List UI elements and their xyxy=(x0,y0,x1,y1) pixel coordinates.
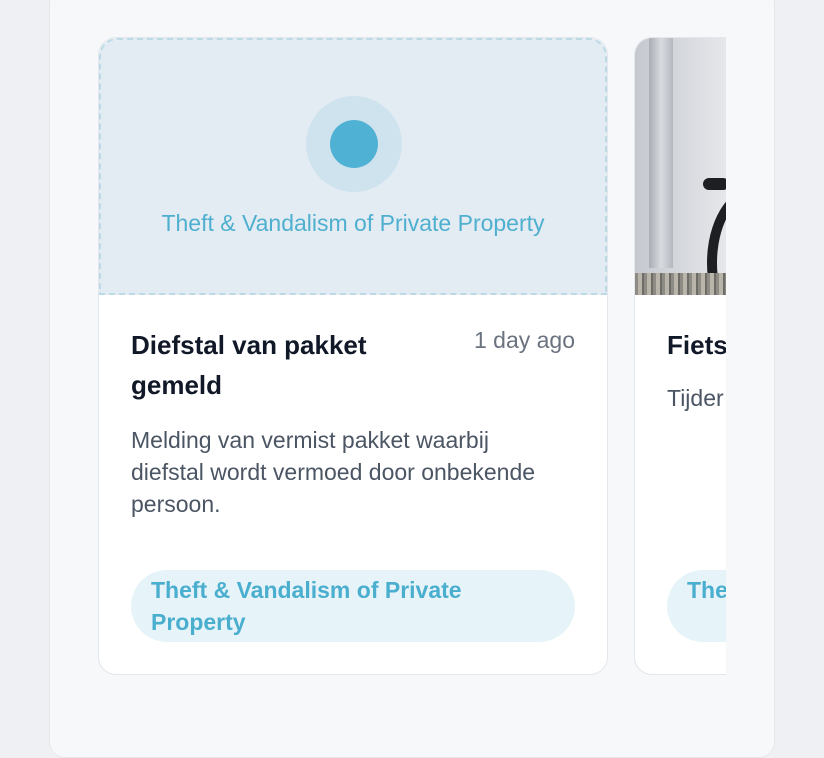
media-category-label: Theft & Vandalism of Private Property xyxy=(161,210,545,236)
card-timestamp: 1 day ago xyxy=(473,327,575,353)
category-chip[interactable]: Theft & Vandalism of Private Property xyxy=(131,570,575,642)
card-carousel[interactable]: Theft & Vandalism of Private Property Di… xyxy=(98,37,726,677)
photo-post xyxy=(649,38,673,268)
report-card[interactable]: Fiets Tijder werd waren zichtl plooit Th… xyxy=(634,37,726,675)
card-description: Tijder werd waren zichtl plooit xyxy=(667,385,726,411)
card-title: Diefstal van pakket gemeld xyxy=(131,330,367,400)
category-chip[interactable]: The Pro xyxy=(667,570,726,642)
photo-bike-part xyxy=(703,178,726,190)
circle-dot-icon xyxy=(306,96,402,192)
report-card[interactable]: Theft & Vandalism of Private Property Di… xyxy=(98,37,608,675)
card-description: Melding van vermist pakket waarbij diefs… xyxy=(131,427,536,517)
card-photo xyxy=(635,38,726,295)
card-media-placeholder: Theft & Vandalism of Private Property xyxy=(99,38,607,295)
card-title: Fiets xyxy=(667,330,726,360)
photo-gravel xyxy=(635,273,726,295)
